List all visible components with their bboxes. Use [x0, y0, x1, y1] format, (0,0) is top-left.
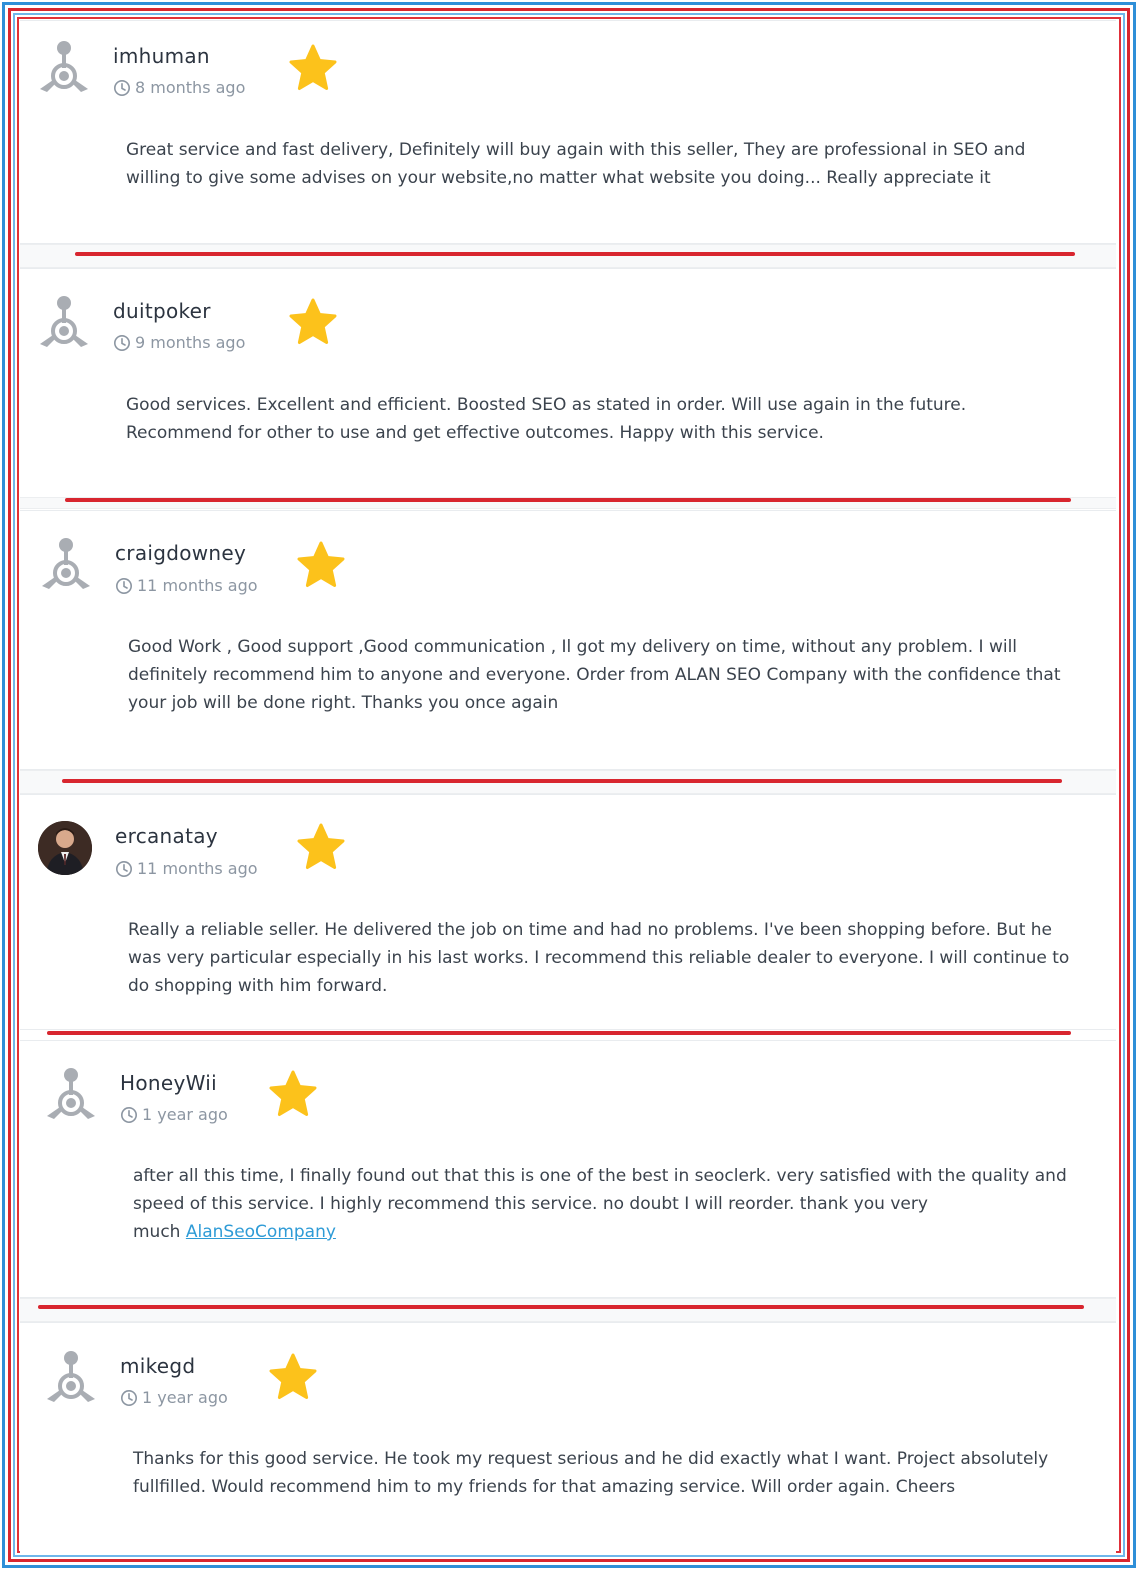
review-time-label: 11 months ago	[137, 576, 258, 595]
review-divider	[38, 1305, 1084, 1309]
review-time-label: 9 months ago	[135, 333, 246, 352]
review-username[interactable]: HoneyWii	[120, 1071, 217, 1095]
review-username[interactable]: craigdowney	[115, 541, 246, 565]
clock-icon	[113, 79, 131, 97]
review-username[interactable]: imhuman	[113, 44, 210, 68]
review-time: 8 months ago	[113, 78, 245, 97]
clock-icon	[120, 1106, 138, 1124]
card-footer	[20, 1298, 1116, 1322]
review-divider	[75, 252, 1075, 256]
user-avatar-photo[interactable]	[38, 821, 92, 875]
review-text: Good Work , Good support ,Good communica…	[128, 637, 1061, 713]
card-footer	[20, 244, 1116, 268]
review-text-line: much AlanSeoCompany	[133, 1218, 1103, 1246]
review-divider	[62, 779, 1062, 783]
star-icon	[296, 823, 346, 871]
review-divider	[47, 1031, 1071, 1035]
review-time: 1 year ago	[120, 1388, 228, 1407]
review-time: 11 months ago	[115, 576, 258, 595]
star-icon	[296, 541, 346, 589]
seller-profile-link[interactable]: AlanSeoCompany	[186, 1222, 336, 1242]
star-icon	[268, 1353, 318, 1401]
review-time-label: 8 months ago	[135, 78, 246, 97]
clock-icon	[113, 334, 131, 352]
clock-icon	[120, 1389, 138, 1407]
review-text-line: after all this time, I finally found out…	[133, 1166, 1067, 1186]
review-text: Great service and fast delivery, Definit…	[126, 140, 1026, 188]
star-icon	[288, 44, 338, 92]
review-time-label: 1 year ago	[142, 1105, 228, 1124]
review-username[interactable]: ercanatay	[115, 824, 218, 848]
review-text: Really a reliable seller. He delivered t…	[128, 920, 1070, 996]
review-time: 11 months ago	[115, 859, 258, 878]
review-time-label: 1 year ago	[142, 1388, 228, 1407]
review-text-prefix: much	[133, 1222, 186, 1242]
review-username[interactable]: duitpoker	[113, 299, 211, 323]
review-time: 9 months ago	[113, 333, 245, 352]
default-avatar-icon[interactable]	[37, 40, 91, 94]
default-avatar-icon[interactable]	[39, 537, 93, 591]
default-avatar-icon[interactable]	[44, 1067, 98, 1121]
review-time-label: 11 months ago	[137, 859, 258, 878]
review-username[interactable]: mikegd	[120, 1354, 195, 1378]
star-icon	[268, 1070, 318, 1118]
review-text: Thanks for this good service. He took my…	[133, 1449, 1049, 1497]
star-icon	[288, 298, 338, 346]
user-photo-icon	[38, 821, 92, 875]
review-time: 1 year ago	[120, 1105, 228, 1124]
clock-icon	[115, 860, 133, 878]
review-text: after all this time, I finally found out…	[133, 1162, 1103, 1246]
default-avatar-icon[interactable]	[44, 1350, 98, 1404]
review-text-line: speed of this service. I highly recommen…	[133, 1194, 928, 1214]
clock-icon	[115, 577, 133, 595]
default-avatar-icon[interactable]	[37, 295, 91, 349]
review-divider	[65, 498, 1071, 502]
review-text: Good services. Excellent and efficient. …	[126, 395, 967, 443]
